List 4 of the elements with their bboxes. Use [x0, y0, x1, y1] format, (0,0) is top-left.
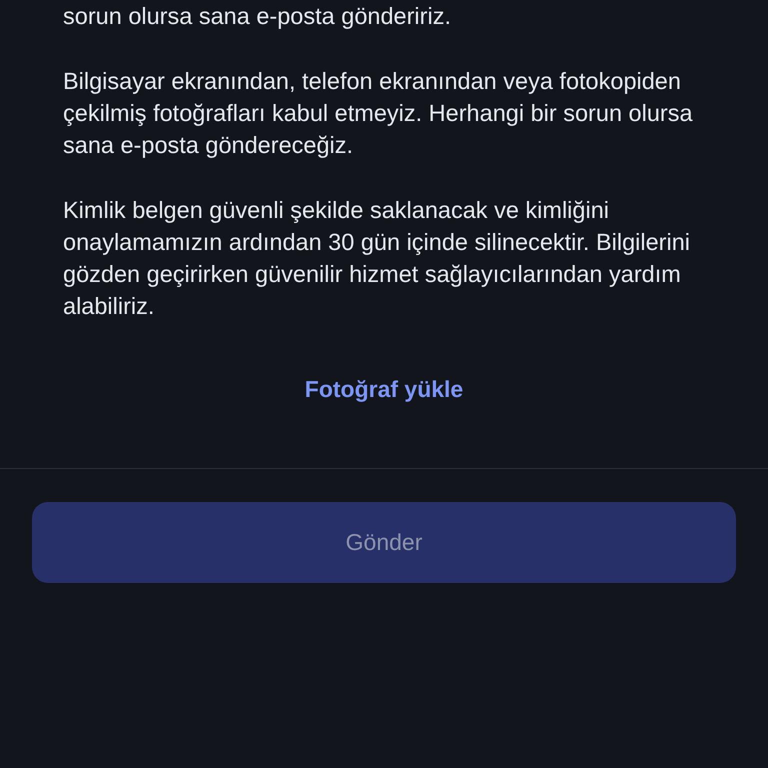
info-paragraph: Bilgisayar ekranından, telefon ekranından veya fotokopiden çekilmiş fotoğrafları kabul etmeyiz. Herhangi bir sorun olursa sana e-posta göndereceğiz.: [63, 67, 694, 160]
info-paragraph: sorun olursa sana e-posta göndeririz.: [63, 2, 452, 31]
upload-photo-link[interactable]: Fotoğraf yükle: [304, 372, 464, 406]
info-paragraph: Kimlik belgen güvenli şekilde saklanacak ve kimliğini onaylamamızın ardından 30 gün içinde silinecektir. Bilgilerini gözden geçirirken güvenilir hizmet sağlayıcılarından yardım alabiliriz.: [63, 196, 692, 321]
